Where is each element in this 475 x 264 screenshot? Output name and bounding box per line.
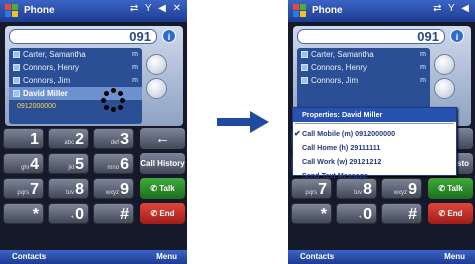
contacts-softkey[interactable]: Contacts <box>300 252 334 261</box>
tap-hold-spinner-icon <box>101 88 125 112</box>
list-item[interactable]: Connors, Jim m <box>9 74 142 87</box>
list-item[interactable]: Carter, Samantha m <box>9 48 142 61</box>
key-star[interactable]: * <box>291 203 332 224</box>
phone-screen-before: Phone ⇄ Y ◀ ✕ 091 i Carter, Samantha m Co… <box>0 0 187 264</box>
list-item[interactable]: Carter, Samantha m <box>297 48 430 61</box>
end-button[interactable]: ✆ End <box>428 203 473 224</box>
key-6[interactable]: mno6 <box>93 153 134 174</box>
status-icons[interactable]: ⇄ Y ◀ ✕ <box>130 3 183 14</box>
scroll-up-button[interactable] <box>434 54 455 75</box>
checkmark-icon: ✔ <box>294 129 301 138</box>
key-9[interactable]: wxyz9 <box>93 178 134 199</box>
context-menu: Properties: David Miller ✔ Call Mobile (m… <box>292 107 457 180</box>
right-arrow-icon <box>217 111 269 133</box>
windows-logo-icon[interactable] <box>5 4 18 17</box>
contacts-softkey[interactable]: Contacts <box>12 252 46 261</box>
key-5[interactable]: jkl5 <box>48 153 89 174</box>
dial-panel: 091 i Carter, Samantha m Connors, Henry m … <box>5 26 183 126</box>
scroll-down-button[interactable] <box>146 78 167 99</box>
key-hash[interactable]: # <box>93 203 134 224</box>
title-bar: Phone ⇄ Y ◀ ✕ <box>0 0 187 22</box>
phone-screen-after: Phone ⇄ Y ◀ 091 i Carter, Samantha m Conn… <box>288 0 475 264</box>
menu-item-call-home[interactable]: Call Home (h) 29111111 <box>293 141 456 155</box>
talk-button[interactable]: ✆ Talk <box>140 178 185 199</box>
contact-icon <box>301 77 308 84</box>
list-item[interactable]: Connors, Henry m <box>9 61 142 74</box>
contact-icon <box>13 64 20 71</box>
scroll-down-button[interactable] <box>434 78 455 99</box>
contact-icon <box>13 77 20 84</box>
smart-dial-list[interactable]: Carter, Samantha m Connors, Henry m Connor… <box>9 48 142 124</box>
menu-item-call-work[interactable]: Call Work (w) 29121212 <box>293 155 456 169</box>
menu-item-call-mobile[interactable]: ✔ Call Mobile (m) 0912000000 <box>293 127 456 141</box>
list-item[interactable]: Connors, Henry m <box>297 61 430 74</box>
app-title: Phone <box>24 5 55 16</box>
info-icon[interactable]: i <box>450 29 464 43</box>
windows-logo-icon[interactable] <box>293 4 306 17</box>
menu-item-send-text[interactable]: Send Text Message <box>293 169 456 183</box>
list-item[interactable]: Connors, Jim m <box>297 74 430 87</box>
phone-icon: ✆ <box>150 184 160 193</box>
contact-icon <box>13 51 20 58</box>
key-star[interactable]: * <box>3 203 44 224</box>
backspace-button[interactable]: ← <box>140 128 185 149</box>
menu-softkey[interactable]: Menu <box>156 252 177 261</box>
end-button[interactable]: ✆ End <box>140 203 185 224</box>
contact-icon <box>301 51 308 58</box>
dialed-number-field[interactable]: 091 <box>297 29 445 44</box>
scroll-up-button[interactable] <box>146 54 167 75</box>
key-1[interactable]: 1 <box>3 128 44 149</box>
contact-icon <box>13 90 20 97</box>
menu-separator <box>295 123 454 126</box>
call-history-button[interactable]: Call History <box>140 153 185 174</box>
key-2[interactable]: abc2 <box>48 128 89 149</box>
soft-key-bar: Contacts Menu <box>288 250 475 264</box>
title-bar: Phone ⇄ Y ◀ <box>288 0 475 22</box>
contact-icon <box>301 64 308 71</box>
key-8[interactable]: tuv8 <box>48 178 89 199</box>
key-0[interactable]: +0 <box>336 203 377 224</box>
status-icons[interactable]: ⇄ Y ◀ <box>433 3 471 14</box>
key-0[interactable]: +0 <box>48 203 89 224</box>
key-3[interactable]: def3 <box>93 128 134 149</box>
phone-icon: ✆ <box>438 184 448 193</box>
menu-item-properties[interactable]: Properties: David Miller <box>293 108 456 122</box>
dialed-number-field[interactable]: 091 <box>9 29 157 44</box>
soft-key-bar: Contacts Menu <box>0 250 187 264</box>
app-title: Phone <box>312 5 343 16</box>
info-icon[interactable]: i <box>162 29 176 43</box>
key-4[interactable]: ghi4 <box>3 153 44 174</box>
menu-softkey[interactable]: Menu <box>444 252 465 261</box>
key-7[interactable]: pqrs7 <box>3 178 44 199</box>
key-hash[interactable]: # <box>381 203 422 224</box>
